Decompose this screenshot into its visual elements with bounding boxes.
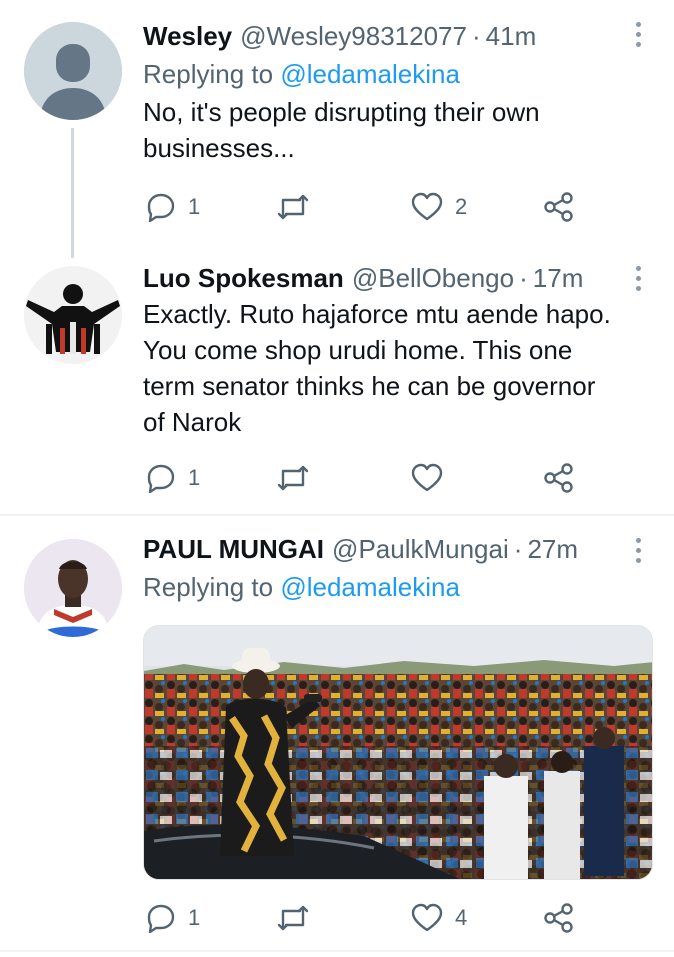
heart-icon [411,463,443,492]
tweet-header: Wesley @Wesley98312077 · 41m [143,20,654,52]
avatar-luo-spokesman[interactable] [24,266,122,364]
separator-dot: · [519,263,528,293]
share-nodes-icon [544,903,573,933]
mention-link[interactable]: @ledamalekina [280,59,460,89]
replying-to-label: Replying to [143,572,274,602]
retweet-button[interactable] [276,900,310,936]
share-button[interactable] [543,900,575,936]
retweet-arrows-icon [277,905,309,931]
tweet-header: Luo Spokesman @BellObengo · 17m [143,262,654,294]
tweet-text-line: Exactly. Ruto hajaforce mtu aende hapo. [143,299,611,329]
like-button[interactable] [411,460,455,496]
reply-count: 1 [188,905,201,930]
display-name[interactable]: Luo Spokesman [143,262,344,294]
thread-line [71,128,74,258]
replying-to: Replying to @ledamalekina [143,569,654,605]
reply-button[interactable]: 1 [146,900,200,936]
reply-bubble-icon [147,464,175,493]
retweet-button[interactable] [276,460,310,496]
tweet-luo-spokesman[interactable]: Luo Spokesman @BellObengo · 17m Exactly.… [0,250,674,515]
action-bar: 1 [143,460,583,496]
action-bar: 1 4 [143,900,583,936]
user-handle[interactable]: @BellObengo [352,262,514,294]
tweet-header: PAUL MUNGAI @PaulkMungai · 27m [143,533,654,565]
like-count: 2 [455,194,468,219]
heart-icon [411,192,443,221]
separator-dot: · [513,534,523,564]
like-count: 4 [455,905,468,930]
replying-to: Replying to @ledamalekina [143,56,654,92]
profile-photo [24,539,122,637]
tweet-text: Exactly. Ruto hajaforce mtu aende hapo. … [143,296,654,440]
reply-count: 1 [188,194,201,219]
action-bar: 1 2 [143,189,583,225]
separator-dot: · [471,21,481,51]
avatar-paul-mungai[interactable] [24,539,122,637]
display-name[interactable]: Wesley [143,20,232,52]
reply-bubble-icon [147,193,175,222]
tweet-text-line: of Narok [143,407,242,437]
tweet-photo[interactable] [143,625,653,880]
like-button[interactable]: 2 [411,189,467,225]
retweet-arrows-icon [277,194,309,220]
display-name[interactable]: PAUL MUNGAI [143,533,324,565]
timestamp[interactable]: 17m [533,262,584,294]
share-nodes-icon [544,463,573,493]
avatar-default[interactable] [24,22,122,120]
retweet-arrows-icon [277,465,309,491]
retweet-button[interactable] [276,189,310,225]
timestamp[interactable]: 41m [486,20,537,52]
tweet-text-line: No, it's people disrupting their own [143,97,540,127]
more-options-icon[interactable] [636,22,642,47]
tweet-text-line: You come shop urudi home. This one [143,335,573,365]
tweet-text: No, it's people disrupting their own bus… [143,94,654,166]
reply-button[interactable]: 1 [146,189,200,225]
more-options-icon[interactable] [636,266,642,291]
rally-crowd-photo [144,626,652,879]
tweet-divider [0,950,674,952]
user-handle[interactable]: @Wesley98312077 [240,20,467,52]
mention-link[interactable]: @ledamalekina [280,572,460,602]
more-options-icon[interactable] [636,538,642,563]
tweet-text-line: term senator thinks he can be governor [143,371,596,401]
reply-button[interactable]: 1 [146,460,200,496]
tweet-wesley[interactable]: Wesley @Wesley98312077 · 41m Replying to… [0,0,674,258]
default-profile-icon [24,22,122,120]
share-button[interactable] [543,189,575,225]
rally-silhouette-logo [24,266,122,364]
share-button[interactable] [543,460,575,496]
heart-icon [411,903,443,932]
like-button[interactable]: 4 [411,900,467,936]
share-nodes-icon [544,192,573,222]
reply-bubble-icon [147,904,175,933]
replying-to-label: Replying to [143,59,274,89]
user-handle[interactable]: @PaulkMungai [332,533,509,565]
tweet-text-line: businesses... [143,133,295,163]
timestamp[interactable]: 27m [527,533,578,565]
reply-count: 1 [188,465,201,490]
